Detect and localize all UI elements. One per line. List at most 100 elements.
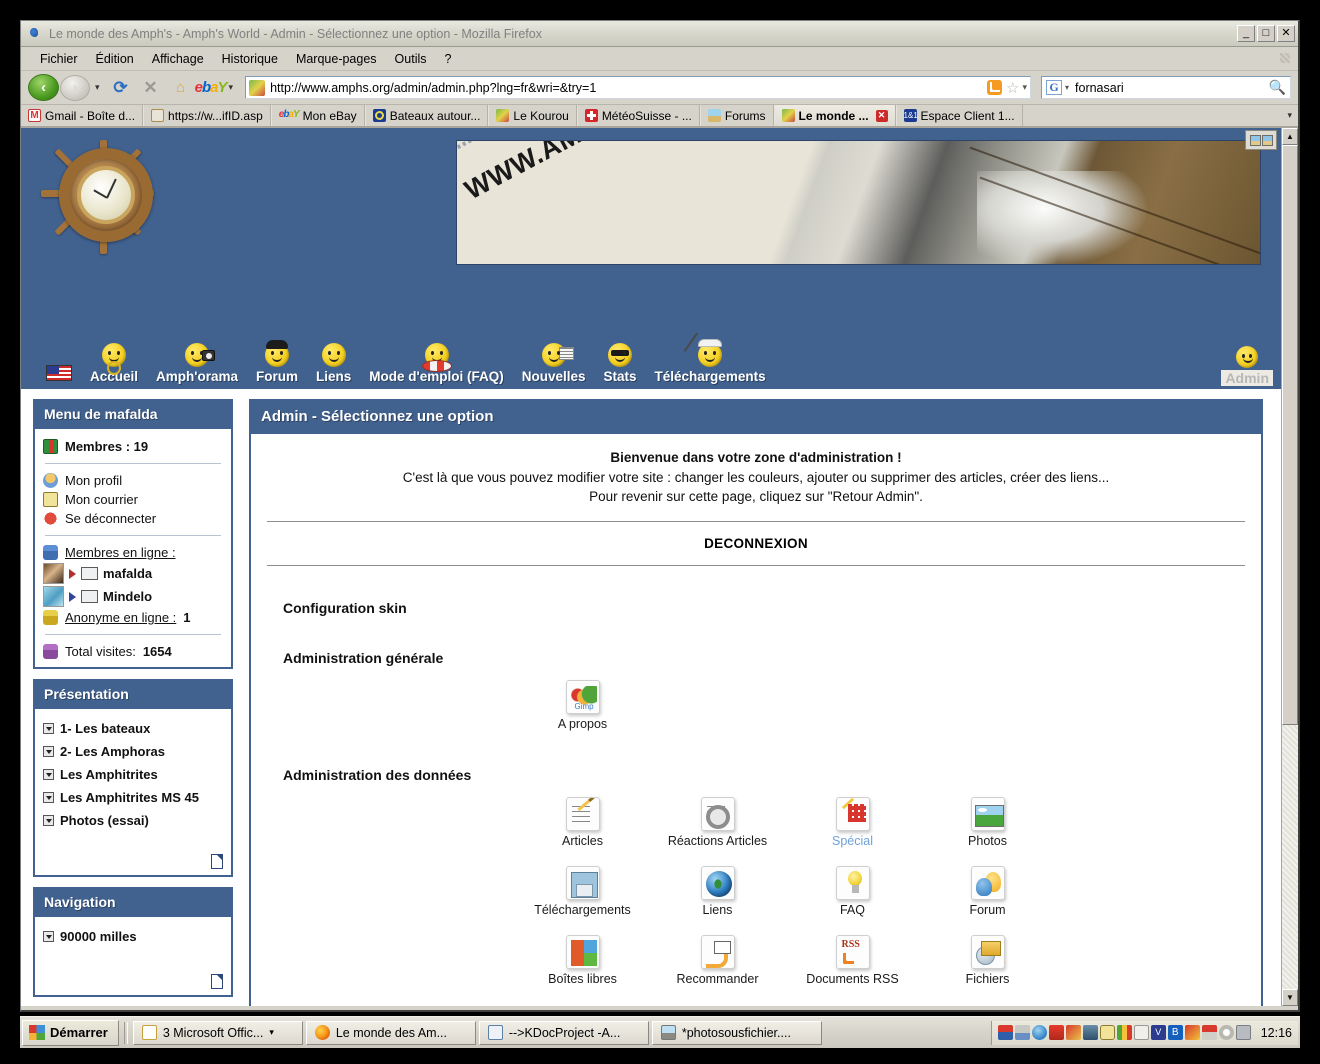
chevron-down-icon[interactable] — [43, 931, 54, 942]
close-icon[interactable]: ✕ — [876, 110, 888, 122]
sidebar-item-90000-milles[interactable]: 90000 milles — [43, 925, 223, 948]
sidebar-item-les-amphoras[interactable]: 2- Les Amphoras — [43, 740, 223, 763]
task-button-office[interactable]: 3 Microsoft Offic... ▾ — [133, 1021, 303, 1045]
tile-faq[interactable]: FAQ — [785, 860, 920, 923]
chart-icon[interactable] — [1117, 1025, 1132, 1040]
sidebar-item-mon-profil[interactable]: Mon profil — [43, 471, 223, 490]
bookmark-le-kourou[interactable]: Le Kourou — [488, 105, 576, 126]
kill-icon[interactable] — [998, 1025, 1013, 1040]
sidebar-item-photos-essai[interactable]: Photos (essai) — [43, 809, 223, 832]
bookmarks-overflow-icon[interactable]: ▾ — [1281, 105, 1298, 126]
paint-icon[interactable] — [1066, 1025, 1081, 1040]
tile-forum[interactable]: Forum — [920, 860, 1055, 923]
history-dropdown-icon[interactable]: ▾ — [95, 82, 100, 93]
sidebar-item-les-bateaux[interactable]: 1- Les bateaux — [43, 717, 223, 740]
bookmark-forums[interactable]: Forums — [700, 105, 774, 126]
chevron-down-icon[interactable] — [43, 815, 54, 826]
menu-affichage[interactable]: Affichage — [143, 50, 213, 68]
cursor-icon[interactable] — [1134, 1025, 1149, 1040]
sidebar-item-les-amphitrites[interactable]: Les Amphitrites — [43, 763, 223, 786]
network-icon[interactable] — [1083, 1025, 1098, 1040]
chevron-down-icon[interactable] — [43, 746, 54, 757]
save-icon[interactable] — [1015, 1025, 1030, 1040]
task-button-firefox[interactable]: Le monde des Am... — [306, 1021, 476, 1045]
scroll-up-button[interactable]: ▲ — [1282, 128, 1298, 145]
bookmark-bateaux[interactable]: Bateaux autour... — [365, 105, 489, 126]
tile-articles[interactable]: Articles — [515, 791, 650, 854]
nav-amphorama[interactable]: Amph'orama — [147, 343, 247, 389]
envelope-icon[interactable] — [81, 567, 98, 580]
tile-recommander[interactable]: Recommander — [650, 929, 785, 992]
logout-link[interactable]: DECONNEXION — [267, 536, 1245, 551]
ebay-dropdown-icon[interactable]: ▾ — [229, 82, 234, 93]
sidebar-item-les-amphitrites-ms45[interactable]: Les Amphitrites MS 45 — [43, 786, 223, 809]
tile-telechargements[interactable]: Téléchargements — [515, 860, 650, 923]
ebay-icon[interactable]: ebaY — [198, 75, 224, 101]
menu-outils[interactable]: Outils — [386, 50, 436, 68]
forward-button[interactable]: › — [60, 75, 90, 101]
bluetooth-icon[interactable]: B — [1168, 1025, 1183, 1040]
chevron-down-icon[interactable] — [43, 792, 54, 803]
bookmark-ebay[interactable]: ebaY Mon eBay — [271, 105, 365, 126]
task-button-kdocproject[interactable]: -->KDocProject -A... — [479, 1021, 649, 1045]
search-input[interactable]: fornasari — [1075, 81, 1269, 95]
start-button[interactable]: Démarrer — [22, 1020, 119, 1046]
chevron-down-icon[interactable]: ▾ — [269, 1027, 274, 1038]
nav-stats[interactable]: Stats — [595, 343, 646, 389]
tile-boites-libres[interactable]: Boîtes libres — [515, 929, 650, 992]
menu-help[interactable]: ? — [436, 50, 461, 68]
back-button[interactable]: ‹ — [28, 74, 59, 101]
envelope-icon[interactable] — [81, 590, 98, 603]
tile-special[interactable]: Spécial — [785, 791, 920, 854]
nav-nouvelles[interactable]: Nouvelles — [513, 343, 595, 389]
minimize-button[interactable]: _ — [1237, 25, 1255, 42]
menu-fichier[interactable]: Fichier — [31, 50, 87, 68]
tile-fichiers[interactable]: Fichiers — [920, 929, 1055, 992]
images-toggle-icon[interactable] — [1245, 130, 1277, 150]
tile-a-propos[interactable]: Gimp A propos — [515, 674, 650, 737]
scrollbar-track[interactable] — [1282, 145, 1298, 989]
nav-telechargements[interactable]: Téléchargements — [646, 343, 775, 389]
home-icon[interactable]: ⌂ — [168, 75, 194, 101]
bookmark-star-icon[interactable]: ☆ — [1006, 79, 1019, 97]
menu-edition[interactable]: Édition — [87, 50, 143, 68]
search-icon[interactable]: 🔍 — [1269, 79, 1286, 96]
sidebar-item-mon-courrier[interactable]: Mon courrier — [43, 490, 223, 509]
search-bar[interactable]: G ▾ fornasari 🔍 — [1041, 76, 1291, 99]
address-bar[interactable]: http://www.amphs.org/admin/admin.php?lng… — [245, 76, 1031, 99]
google-icon[interactable]: G — [1046, 80, 1062, 95]
new-page-icon[interactable] — [211, 974, 223, 989]
menu-marque-pages[interactable]: Marque-pages — [287, 50, 386, 68]
nav-admin[interactable]: Admin — [1221, 346, 1273, 386]
antivirus-icon[interactable]: V — [1151, 1025, 1166, 1040]
bookmark-meteosuisse[interactable]: MétéoSuisse - ... — [577, 105, 700, 126]
rss-feed-icon[interactable] — [987, 80, 1002, 95]
globe-icon[interactable] — [1032, 1025, 1047, 1040]
task-button-photosousfichier[interactable]: *photosousfichier.... — [652, 1021, 822, 1045]
online-member-row[interactable]: Mindelo — [43, 585, 223, 608]
nav-language-switch[interactable] — [37, 365, 81, 389]
online-member-row[interactable]: mafalda — [43, 562, 223, 585]
scroll-down-button[interactable]: ▼ — [1282, 989, 1298, 1006]
tile-reactions-articles[interactable]: Réactions Articles — [650, 791, 785, 854]
nav-accueil[interactable]: Accueil — [81, 343, 147, 389]
bookmark-gmail[interactable]: M Gmail - Boîte d... — [21, 105, 143, 126]
nav-forum[interactable]: Forum — [247, 343, 307, 389]
url-input[interactable]: http://www.amphs.org/admin/admin.php?lng… — [270, 81, 987, 95]
taskbar-clock[interactable]: 12:16 — [1253, 1026, 1292, 1040]
bookmark-espace-client[interactable]: 1&1 Espace Client 1... — [896, 105, 1023, 126]
tile-photos[interactable]: Photos — [920, 791, 1055, 854]
bookmark-generic[interactable]: https://w...ifID.asp — [143, 105, 271, 126]
reload-icon[interactable]: ⟳ — [108, 75, 134, 101]
pen-icon[interactable] — [1202, 1025, 1217, 1040]
tile-liens[interactable]: Liens — [650, 860, 785, 923]
new-page-icon[interactable] — [211, 854, 223, 869]
nav-faq[interactable]: Mode d'emploi (FAQ) — [360, 343, 512, 389]
nav-liens[interactable]: Liens — [307, 343, 360, 389]
device-icon[interactable] — [1236, 1025, 1251, 1040]
clock-icon[interactable] — [1100, 1025, 1115, 1040]
scrollbar-thumb[interactable] — [1282, 145, 1298, 725]
close-button[interactable]: ✕ — [1277, 25, 1295, 42]
mountain-icon[interactable] — [1049, 1025, 1064, 1040]
page-scrollbar[interactable]: ▲ ▼ — [1281, 128, 1298, 1006]
